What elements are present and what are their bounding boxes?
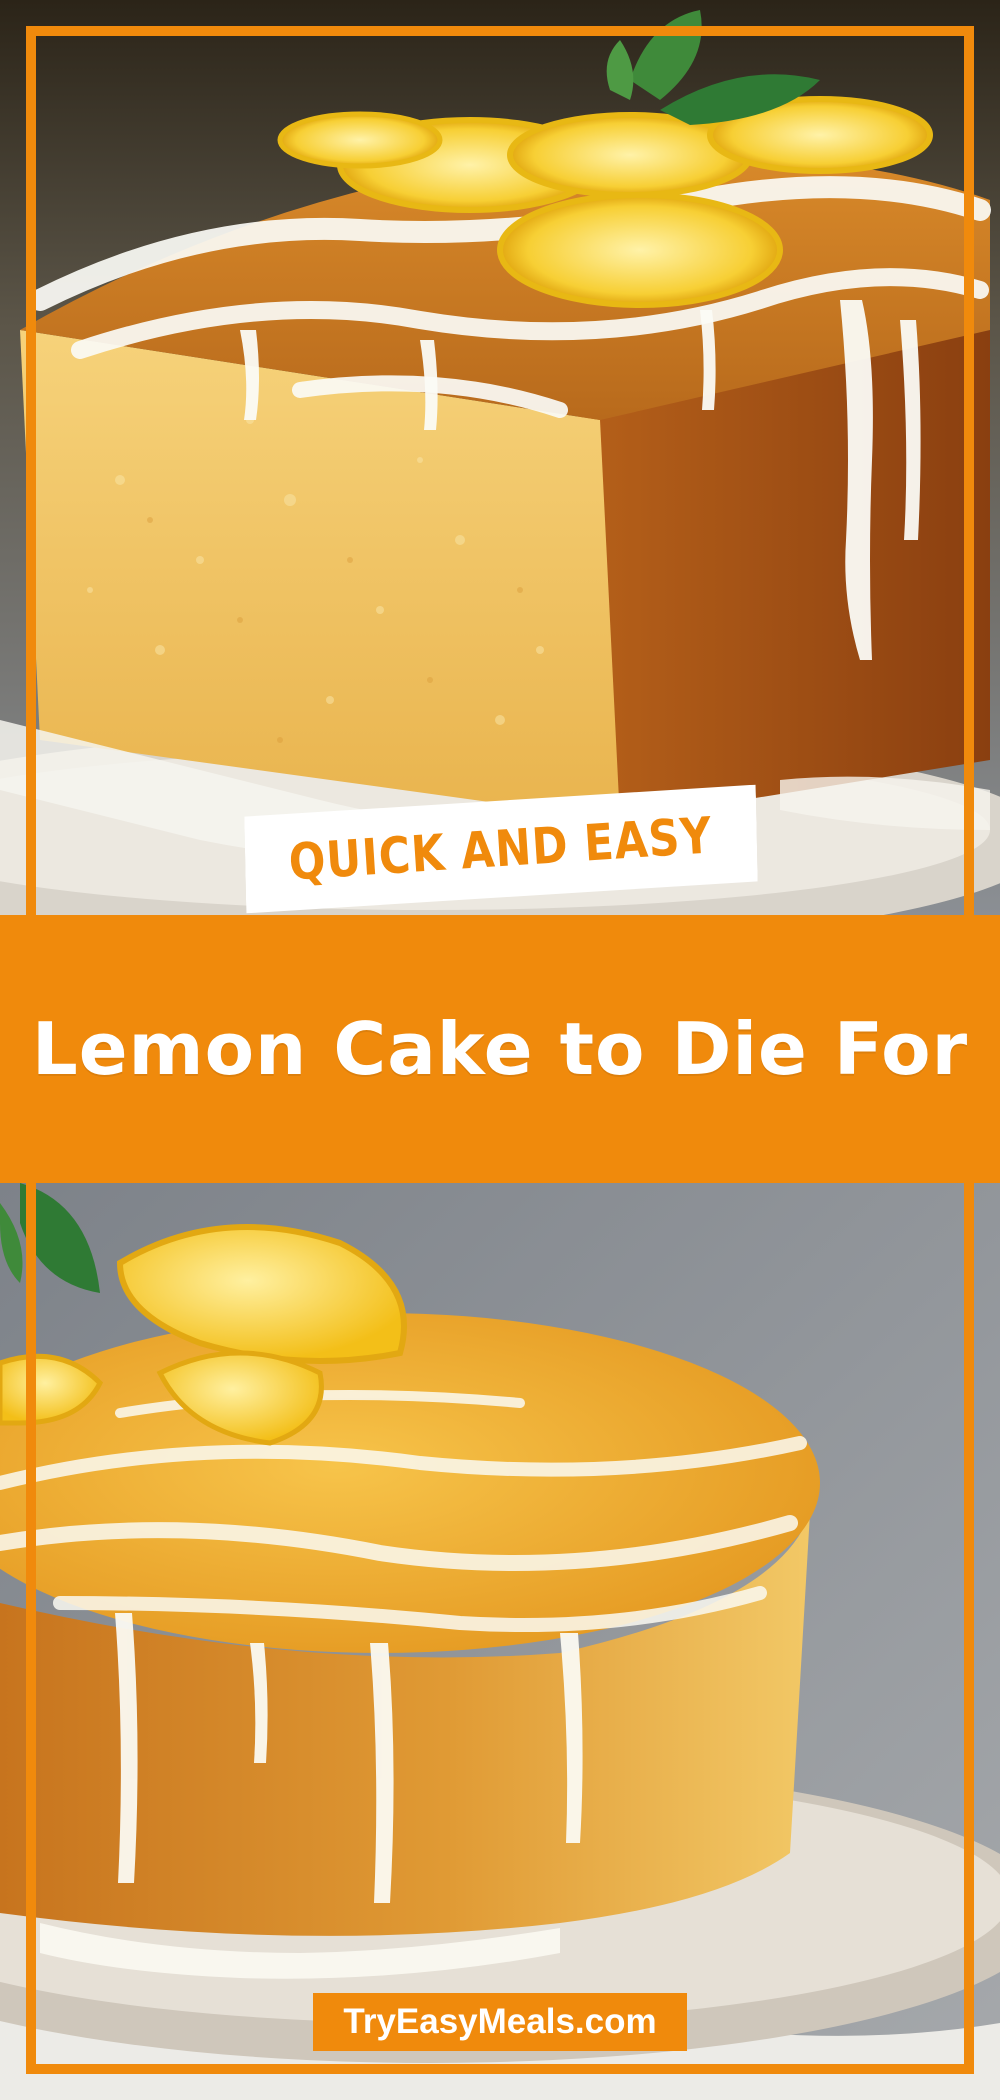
website-text: TryEasyMeals.com bbox=[343, 2002, 657, 2041]
recipe-pin: QUICK AND EASY Lemon Cake to Die For Try… bbox=[0, 0, 1000, 2100]
badge-text: QUICK AND EASY bbox=[287, 806, 715, 892]
title-band: Lemon Cake to Die For bbox=[0, 915, 1000, 1183]
page-title: Lemon Cake to Die For bbox=[31, 1007, 969, 1091]
website-label[interactable]: TryEasyMeals.com bbox=[313, 1993, 687, 2051]
top-cake-photo bbox=[0, 0, 1000, 915]
bottom-cake-photo bbox=[0, 1183, 1000, 2100]
